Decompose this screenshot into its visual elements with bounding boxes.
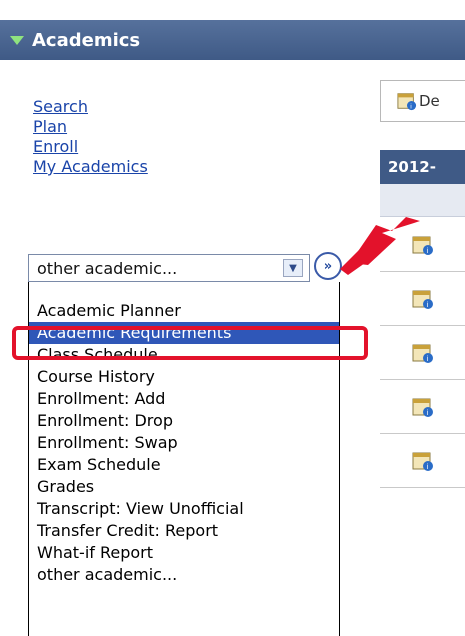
- calendar-info-icon[interactable]: i: [412, 234, 434, 256]
- svg-text:i: i: [427, 247, 429, 255]
- calendar-info-icon[interactable]: i: [412, 396, 434, 418]
- list-item[interactable]: Enrollment: Swap: [29, 432, 339, 454]
- search-link[interactable]: Search: [33, 97, 148, 117]
- my-academics-link[interactable]: My Academics: [33, 157, 148, 177]
- collapse-triangle-icon[interactable]: [10, 35, 24, 45]
- select-value: other academic...: [37, 258, 178, 278]
- table-row: i: [380, 380, 465, 434]
- list-item[interactable]: Course History: [29, 366, 339, 388]
- academics-header[interactable]: Academics: [0, 20, 465, 60]
- list-item[interactable]: Enrollment: Add: [29, 388, 339, 410]
- list-item[interactable]: [29, 282, 339, 300]
- right-panel: i De 2012- i i i i i: [380, 80, 465, 636]
- highlight-box: [12, 326, 368, 360]
- svg-text:i: i: [427, 355, 429, 363]
- details-toolbar[interactable]: i De: [380, 80, 465, 122]
- calendar-info-icon[interactable]: i: [412, 342, 434, 364]
- header-title: Academics: [32, 29, 141, 51]
- list-item[interactable]: Transcript: View Unofficial: [29, 498, 339, 520]
- svg-text:i: i: [427, 409, 429, 417]
- list-item[interactable]: other academic...: [29, 564, 339, 586]
- table-row: i: [380, 272, 465, 326]
- table-row: i: [380, 434, 465, 488]
- academic-options-select[interactable]: other academic... ▼: [28, 254, 310, 282]
- table-row: i: [380, 218, 465, 272]
- svg-text:i: i: [427, 463, 429, 471]
- double-chevron-right-icon: »: [323, 258, 333, 274]
- list-item[interactable]: What-if Report: [29, 542, 339, 564]
- academics-links: Search Plan Enroll My Academics: [33, 97, 148, 177]
- list-item[interactable]: Transfer Credit: Report: [29, 520, 339, 542]
- calendar-info-icon[interactable]: i: [397, 91, 417, 111]
- calendar-info-icon[interactable]: i: [412, 450, 434, 472]
- enroll-link[interactable]: Enroll: [33, 137, 148, 157]
- list-item[interactable]: Grades: [29, 476, 339, 498]
- list-item[interactable]: Exam Schedule: [29, 454, 339, 476]
- list-item[interactable]: Enrollment: Drop: [29, 410, 339, 432]
- svg-text:i: i: [427, 301, 429, 309]
- table-subheader: [380, 184, 465, 217]
- toolbar-label: De: [419, 92, 440, 110]
- term-header: 2012-: [380, 150, 465, 184]
- calendar-info-icon[interactable]: i: [412, 288, 434, 310]
- table-row: i: [380, 326, 465, 380]
- list-item[interactable]: Academic Planner: [29, 300, 339, 322]
- svg-text:i: i: [410, 103, 412, 110]
- chevron-down-icon[interactable]: ▼: [283, 259, 303, 277]
- plan-link[interactable]: Plan: [33, 117, 148, 137]
